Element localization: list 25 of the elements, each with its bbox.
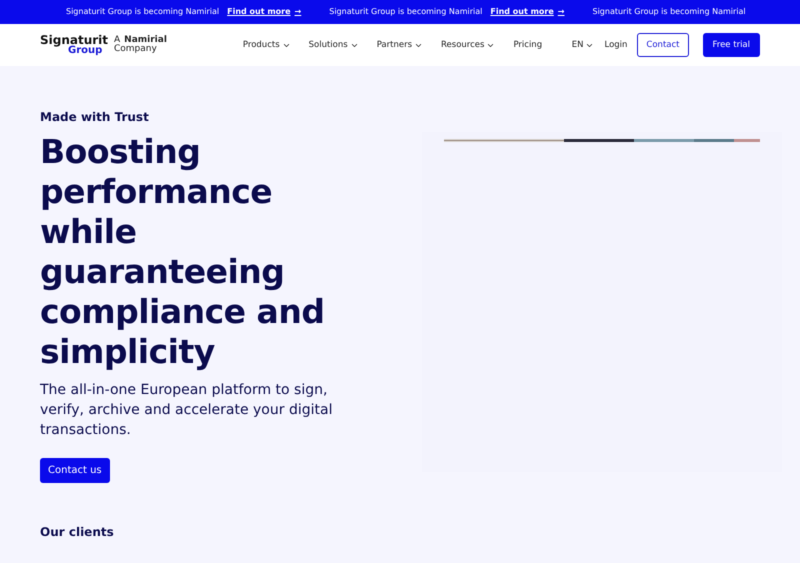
logo-tagline-suffix: Company xyxy=(114,45,158,54)
language-selector[interactable]: EN xyxy=(572,38,594,52)
logo-tagline-prefix: A xyxy=(114,36,120,45)
find-out-more-link[interactable]: Find out more → xyxy=(227,6,302,18)
announcement-text: Signaturit Group is becoming Namirial xyxy=(592,6,746,18)
logo-subtitle: Group xyxy=(68,46,102,56)
hero-title: Boosting performance while guaranteeing compliance and simplicity xyxy=(40,132,326,372)
login-link[interactable]: Login xyxy=(604,38,628,52)
hero-subtitle: The all-in-one European platform to sign, verify, archive and accelerate your digital transactions. xyxy=(40,381,334,440)
contact-button[interactable]: Contact xyxy=(637,33,688,57)
nav-link[interactable]: Pricing xyxy=(513,38,542,52)
nav-link[interactable]: Products xyxy=(242,38,291,52)
find-out-more-link[interactable]: Find out more → xyxy=(490,6,564,18)
contact-us-button[interactable]: Contact us xyxy=(40,458,110,483)
nav-link[interactable]: Resources xyxy=(441,38,496,52)
nav-link[interactable]: Partners xyxy=(376,38,424,52)
announcement-text: Signaturit Group is becoming Namirial xyxy=(329,6,482,18)
arrow-icon: → xyxy=(294,6,302,18)
hero-eyebrow: Made with Trust xyxy=(40,109,150,126)
announcement-text: Signaturit Group is becoming Namirial xyxy=(66,6,220,18)
logo-tagline-brand: Namirial xyxy=(124,36,167,45)
free-trial-button[interactable]: Free trial xyxy=(702,33,760,57)
clients-eyebrow: Our clients xyxy=(40,524,115,541)
nav-link[interactable]: Solutions xyxy=(308,38,359,52)
arrow-icon: → xyxy=(558,6,564,18)
